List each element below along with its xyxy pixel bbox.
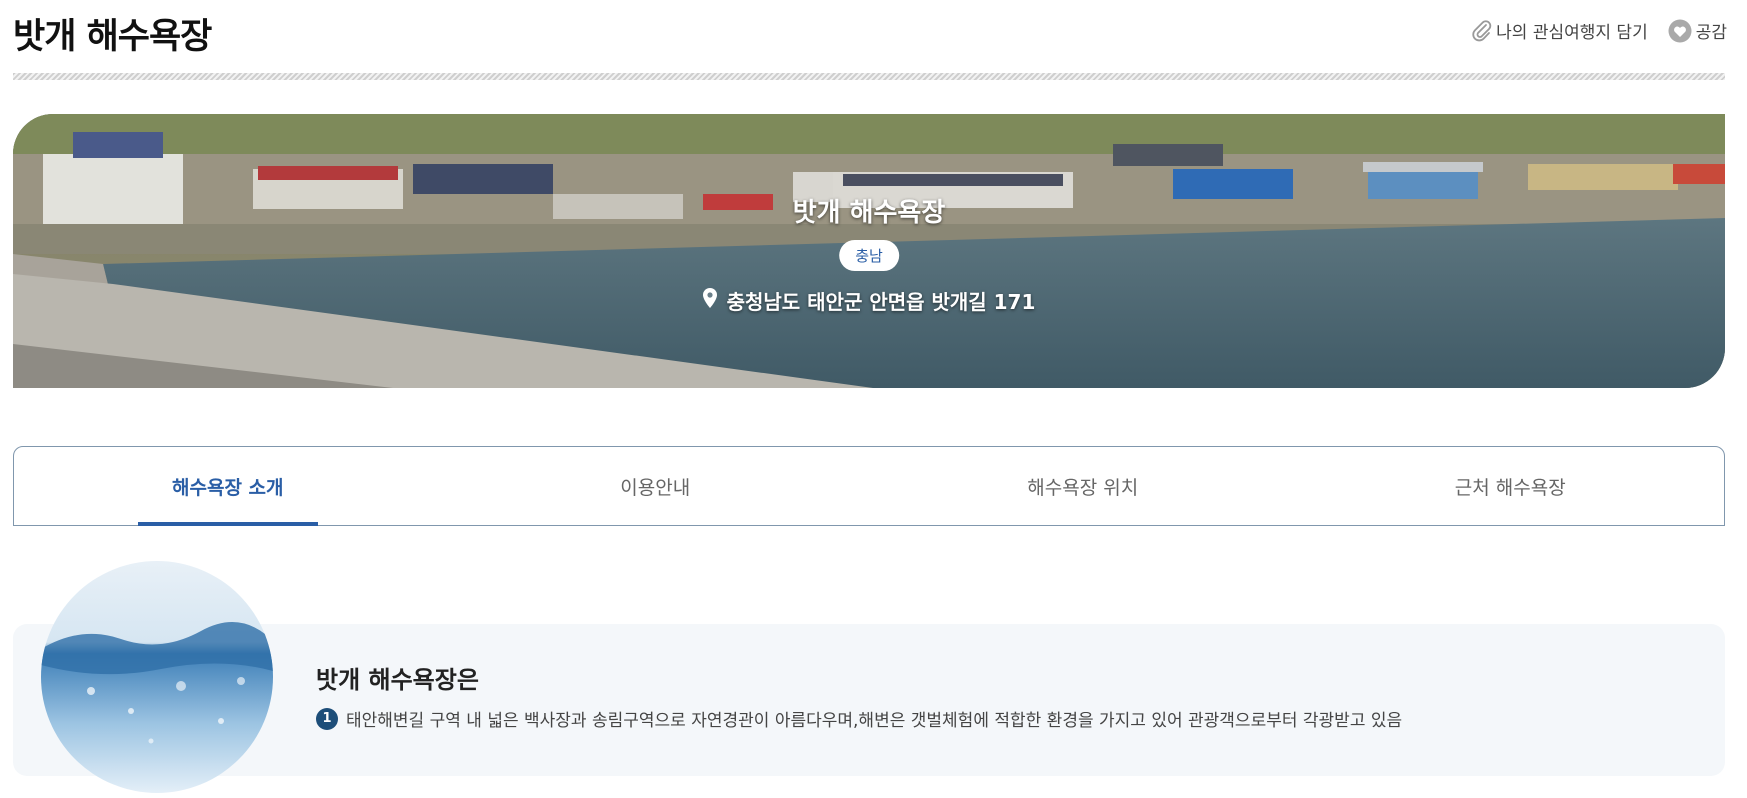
hero-address: 충청남도 태안군 안면읍 밧개길 171 (13, 286, 1725, 315)
tab-nearby-beaches[interactable]: 근처 해수욕장 (1297, 447, 1725, 525)
add-favorite-label: 나의 관심여행지 담기 (1496, 23, 1648, 43)
water-image (41, 561, 273, 793)
like-label: 공감 (1695, 23, 1727, 43)
tab-usage-guide[interactable]: 이용안내 (442, 447, 870, 525)
hero-banner: 밧개 해수욕장 충남 충청남도 태안군 안면읍 밧개길 171 (13, 114, 1725, 388)
hero-title: 밧개 해수욕장 (792, 198, 946, 228)
title-divider (13, 73, 1725, 80)
heart-icon (1668, 19, 1692, 43)
hero-text: 밧개 해수욕장 충남 충청남도 태안군 안면읍 밧개길 171 (13, 114, 1725, 388)
add-favorite-button[interactable]: 나의 관심여행지 담기 (1472, 18, 1648, 43)
page-title: 밧개 해수욕장 (13, 17, 212, 57)
region-badge: 충남 (839, 240, 899, 271)
intro-heading: 밧개 해수욕장은 (316, 666, 479, 694)
top-actions: 나의 관심여행지 담기 공감 (1472, 18, 1727, 43)
location-pin-icon (702, 288, 717, 313)
tab-beach-intro[interactable]: 해수욕장 소개 (14, 447, 442, 525)
tab-beach-location[interactable]: 해수욕장 위치 (869, 447, 1297, 525)
paperclip-icon (1472, 19, 1492, 42)
address-text: 충청남도 태안군 안면읍 밧개길 171 (726, 290, 1036, 314)
content-tabs: 해수욕장 소개 이용안내 해수욕장 위치 근처 해수욕장 (13, 446, 1725, 526)
intro-item: 1 태안해변길 구역 내 넓은 백사장과 송림구역으로 자연경관이 아름다우며,… (316, 706, 1402, 731)
intro-item-text: 태안해변길 구역 내 넓은 백사장과 송림구역으로 자연경관이 아름다우며,해변… (346, 711, 1403, 731)
number-badge: 1 (316, 707, 338, 730)
like-button[interactable]: 공감 (1668, 18, 1727, 43)
